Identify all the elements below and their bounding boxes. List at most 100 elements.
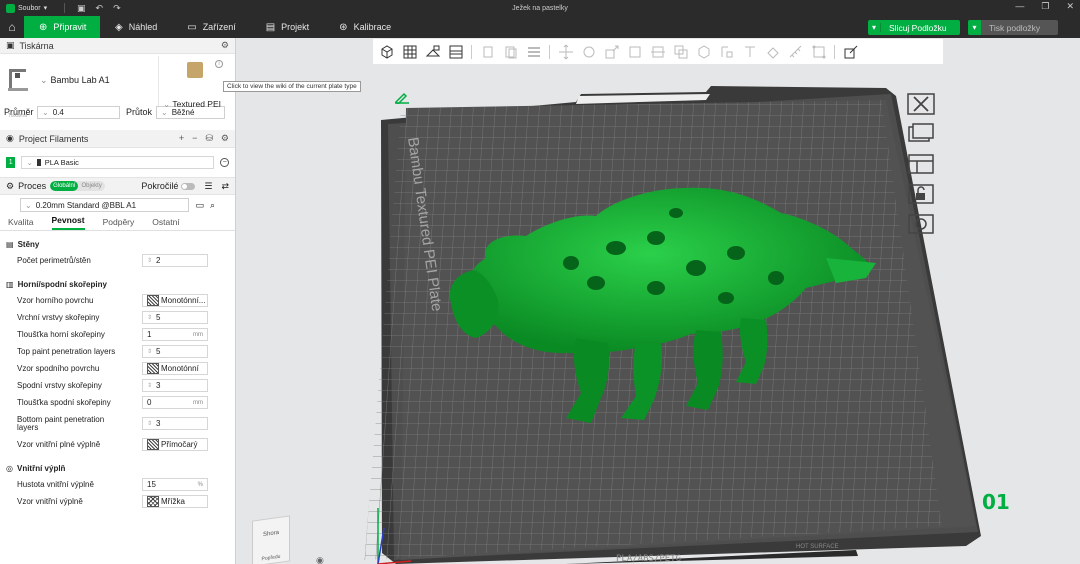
tab-project[interactable]: ▤ Projekt [251,16,324,38]
ams-sync-icon[interactable]: ⛁ [205,133,213,144]
tab-prepare[interactable]: ⊕ Připravit [24,16,100,38]
printer-select[interactable]: ⌄ Bambu Lab A1 [40,75,150,86]
close-icon[interactable]: ✕ [1066,1,1074,12]
delete-plate-icon[interactable] [906,92,936,116]
stepper-icon[interactable]: ⇕ [147,420,152,427]
stepper-icon[interactable]: ⇕ [147,382,152,389]
seam-icon[interactable] [717,42,736,61]
lock-plate-icon[interactable] [906,182,936,206]
plate-number: 01 [982,490,1010,514]
tab-preview[interactable]: ◈ Náhled [100,16,172,38]
filament-select[interactable]: ⌄ PLA Basic [21,155,215,169]
bottom-pattern-select[interactable]: Monotónní [142,362,208,375]
top-paint-layers-input[interactable]: ⇕ 5 [142,345,208,358]
settings-panel: ▣ Tiskárna ⚙ ⌄ Bambu Lab A1 i ⌄ Textured … [0,38,236,564]
camera-icon[interactable]: ◉ [316,555,324,564]
boolean-icon[interactable] [671,42,690,61]
gear-icon[interactable]: ⚙ [221,133,229,144]
advanced-toggle[interactable] [181,182,196,190]
minimize-icon[interactable]: — [1015,1,1024,12]
tab-strength[interactable]: Pevnost [51,215,85,230]
stepper-icon[interactable]: ⇕ [147,257,152,264]
process-profile-select[interactable]: ⌄ 0.20mm Standard @BBL A1 [20,198,190,212]
redo-icon[interactable]: ↷ [113,3,121,14]
top-pattern-select[interactable]: Monotónní... [142,294,208,307]
plate-gear-icon[interactable] [906,212,936,236]
tab-others[interactable]: Ostatní [152,217,179,230]
scale-icon[interactable] [602,42,621,61]
slice-plate-button[interactable]: ▾ Slicuj Podložku [868,20,960,35]
gear-icon[interactable]: ⚙ [221,40,229,51]
chevron-down-icon[interactable]: ▾ [968,20,981,35]
add-cube-icon[interactable] [377,42,396,61]
monitor-icon: ▭ [187,21,197,33]
file-menu[interactable]: Soubor ▾ [0,3,64,13]
list-icon[interactable]: ☰ [204,181,212,192]
layers-icon[interactable] [524,42,543,61]
top-thickness-input[interactable]: 1 mm [142,328,208,341]
support-paint-icon[interactable] [694,42,713,61]
scope-global[interactable]: Globální [50,181,79,191]
bottom-paint-layers-input[interactable]: ⇕ 3 [142,417,208,430]
wall-loops-input[interactable]: ⇕ 2 [142,254,208,267]
view-cube-top[interactable]: Shora [263,530,279,538]
save-profile-icon[interactable]: ▭ [195,200,204,211]
view-cube-front[interactable]: Popředu [253,552,289,563]
chevron-down-icon[interactable]: ▾ [868,23,881,32]
copy-icon[interactable] [478,42,497,61]
nozzle-diameter-select[interactable]: ⌄ 0.4 [37,105,120,119]
print-plate-button[interactable]: ▾ Tisk podložky [968,20,1058,35]
3d-viewport[interactable]: Bambu Textured PEI Plate PLA/ABS/PETG HO… [236,38,1080,564]
measure-icon[interactable] [786,42,805,61]
add-filament-icon[interactable]: + [179,133,184,144]
edit-plate-icon[interactable] [841,42,860,61]
infill-icon: ◎ [6,464,13,473]
printer-thumbnail [6,65,30,95]
remove-filament-icon[interactable]: − [192,133,197,144]
internal-solid-pattern-select[interactable]: Přímočarý [142,438,208,451]
pen-icon[interactable] [394,90,410,106]
build-plate[interactable]: Bambu Textured PEI Plate PLA/ABS/PETG HO… [236,38,1080,564]
bed-strip-text: PLA/ABS/PETG [616,554,681,564]
search-icon[interactable]: ⌕ [210,200,215,211]
plate-type-select[interactable]: i ⌄ Textured PEI [158,56,233,109]
plate-screen-icon[interactable] [906,122,936,146]
orient-icon[interactable] [423,42,442,61]
rotate-icon[interactable] [579,42,598,61]
bottom-thickness-input[interactable]: 0 mm [142,396,208,409]
maximize-icon[interactable]: ❐ [1041,1,1049,12]
paste-icon[interactable] [501,42,520,61]
tab-support[interactable]: Podpěry [103,217,135,230]
assembly-icon[interactable] [809,42,828,61]
grid-arrange-icon[interactable] [400,42,419,61]
undo-icon[interactable]: ↶ [96,3,104,14]
infill-density-input[interactable]: 15% [142,478,208,491]
stepper-icon[interactable]: ⇕ [147,314,152,321]
remove-circle-icon[interactable]: − [220,157,229,167]
compare-icon[interactable]: ⇄ [221,181,229,192]
info-icon[interactable]: i [215,60,223,68]
list-item: 1 ⌄ PLA Basic − [0,153,235,171]
view-cube[interactable]: Shora Popředu [252,515,290,564]
home-icon[interactable]: ⌂ [0,16,24,38]
cut-icon[interactable] [648,42,667,61]
color-paint-icon[interactable] [763,42,782,61]
scope-objects[interactable]: Objekty [78,181,104,191]
setting-row: Počet perimetrů/stěn ⇕ 2 [0,252,235,269]
tab-quality[interactable]: Kvalita [8,217,34,230]
plate-settings-icon[interactable] [446,42,465,61]
tab-calibration[interactable]: ⊛ Kalibrace [324,16,406,38]
bottom-layers-input[interactable]: ⇕ 3 [142,379,208,392]
text-icon[interactable] [740,42,759,61]
move-icon[interactable] [556,42,575,61]
tab-device[interactable]: ▭ Zařízení [172,16,250,38]
save-icon[interactable]: ▣ [77,3,86,14]
plate-side-buttons [906,92,936,236]
lay-on-face-icon[interactable] [625,42,644,61]
scope-toggle[interactable]: Globální Objekty [50,181,105,191]
top-layers-input[interactable]: ⇕ 5 [142,311,208,324]
filament-index-badge[interactable]: 1 [6,156,16,168]
stepper-icon[interactable]: ⇕ [147,348,152,355]
arrange-plate-icon[interactable] [906,152,936,176]
infill-pattern-select[interactable]: Mřížka [142,495,208,508]
